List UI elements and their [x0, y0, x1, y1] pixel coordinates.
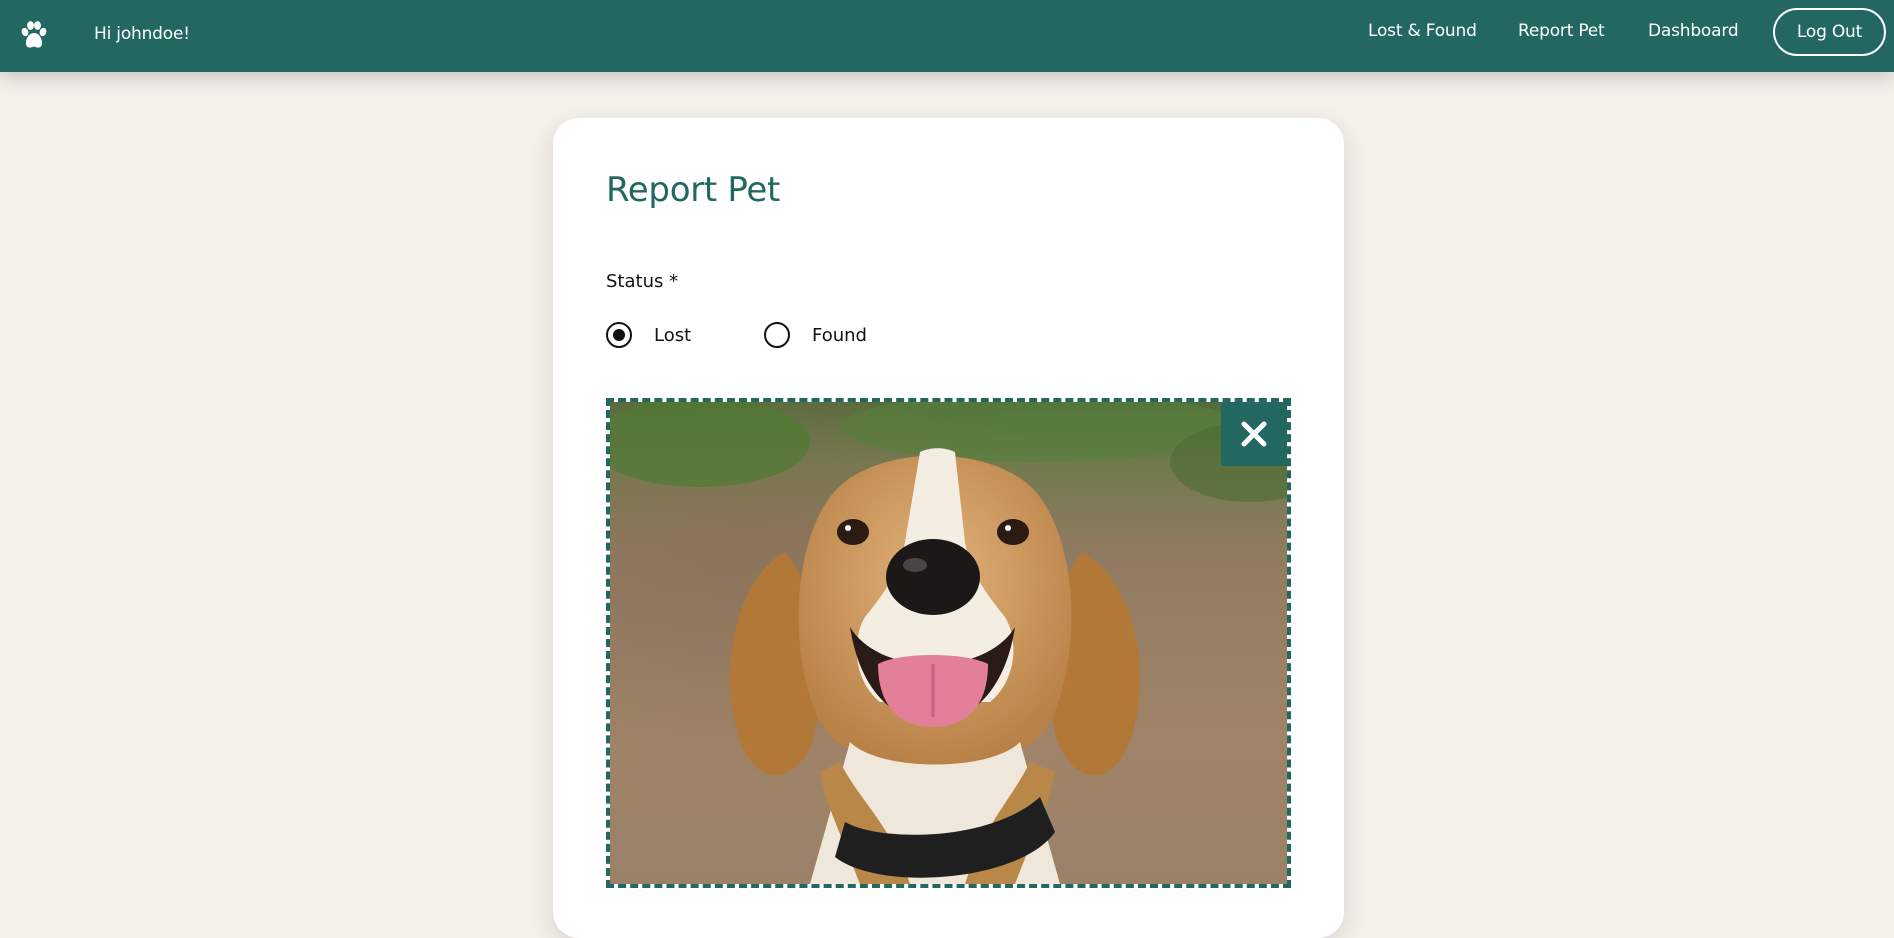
report-pet-card: Report Pet Status * Lost Found	[553, 118, 1344, 938]
radio-selected-dot	[613, 329, 625, 341]
nav-link-dashboard[interactable]: Dashboard	[1648, 21, 1739, 41]
status-option-label: Lost	[654, 324, 692, 346]
nav-link-report-pet[interactable]: Report Pet	[1518, 21, 1605, 41]
status-option-found[interactable]: Found	[764, 322, 867, 348]
pet-photo	[610, 402, 1287, 884]
status-option-lost[interactable]: Lost	[606, 322, 691, 348]
remove-photo-button[interactable]	[1221, 402, 1287, 466]
status-label: Status *	[606, 271, 679, 292]
navbar: Hi johndoe! Lost & Found Report Pet Dash…	[0, 0, 1894, 72]
radio-button-found[interactable]	[764, 322, 790, 348]
logout-button[interactable]: Log Out	[1773, 8, 1886, 56]
close-icon	[1241, 421, 1267, 447]
status-option-label: Found	[812, 324, 867, 346]
photo-upload-area[interactable]	[606, 398, 1291, 888]
page-title: Report Pet	[606, 170, 781, 210]
paw-icon[interactable]	[20, 20, 48, 50]
nav-link-lost-and-found[interactable]: Lost & Found	[1368, 21, 1477, 41]
greeting-text: Hi johndoe!	[94, 24, 190, 44]
radio-button-lost[interactable]	[606, 322, 632, 348]
